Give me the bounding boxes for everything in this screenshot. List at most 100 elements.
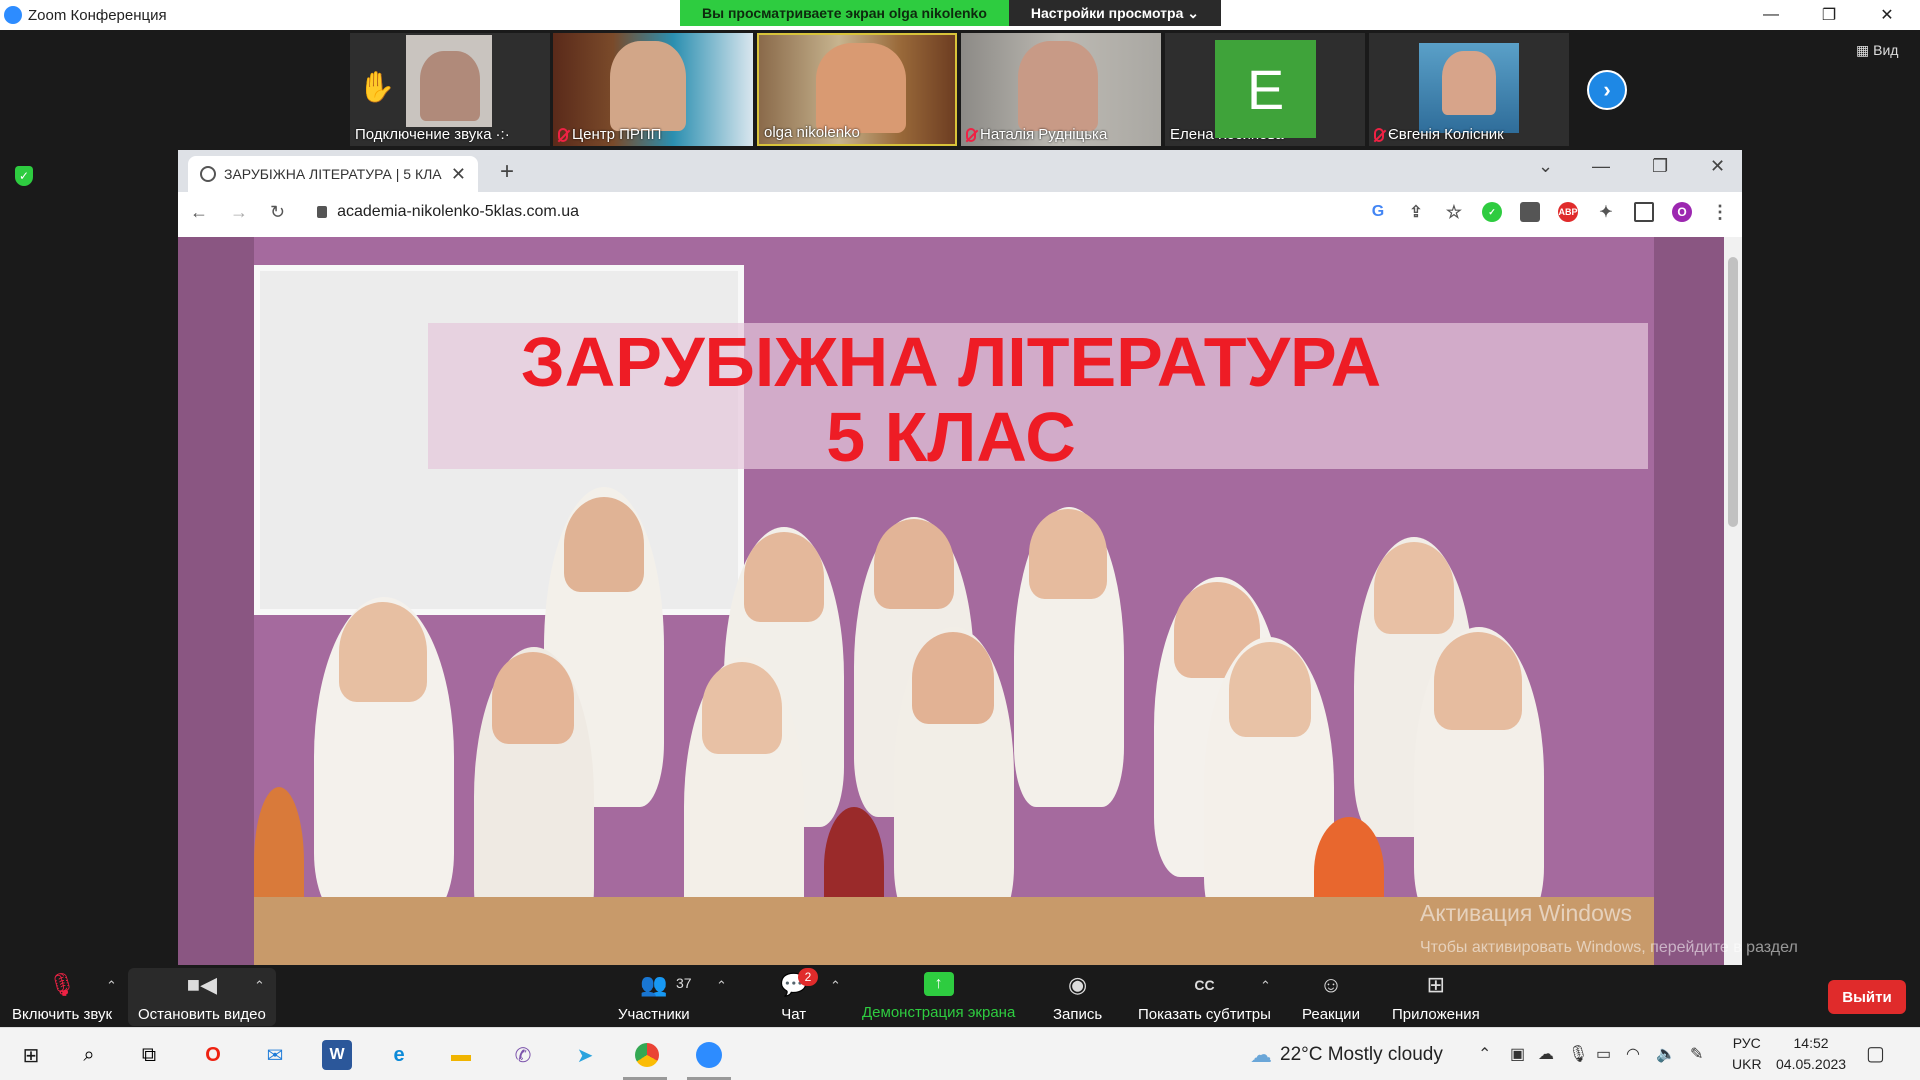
battery-icon[interactable]: ▭ (1596, 1044, 1611, 1064)
participant-tile-active[interactable]: olga nikolenko (757, 33, 957, 146)
view-button[interactable]: ▦ Вид (1856, 42, 1898, 59)
browser-close-button[interactable]: ✕ (1710, 156, 1725, 177)
zoom-titlebar: Zoom Конференция Вы просматриваете экран… (0, 0, 1920, 30)
screen-extension-icon[interactable] (1520, 202, 1540, 222)
apps-icon: ⊞ (1426, 972, 1446, 997)
audio-options-chevron-icon[interactable]: ⌃ (106, 978, 117, 994)
notifications-icon[interactable]: ▢ (1866, 1041, 1885, 1066)
chat-unread-badge: 2 (798, 968, 818, 986)
stop-video-button[interactable]: ■◀ Остановить видео (138, 972, 266, 1023)
adblock-icon[interactable]: ABP (1558, 202, 1578, 222)
record-button[interactable]: ◉ Запись (1053, 972, 1102, 1023)
video-options-chevron-icon[interactable]: ⌃ (254, 978, 265, 994)
apps-label: Приложения (1392, 1006, 1480, 1023)
clock[interactable]: 14:52 04.05.2023 (1776, 1033, 1846, 1075)
reactions-button[interactable]: ☺ Реакции (1302, 972, 1360, 1023)
close-button[interactable]: ✕ (1858, 0, 1916, 30)
next-page-button[interactable]: › (1587, 70, 1627, 110)
puzzle-icon[interactable]: ✦ (1596, 202, 1616, 222)
student-face (702, 662, 782, 754)
profile-avatar[interactable]: O (1672, 202, 1692, 222)
opera-icon[interactable]: O (198, 1040, 228, 1070)
check-extension-icon[interactable]: ✓ (1482, 202, 1502, 222)
word-icon[interactable]: W (322, 1040, 352, 1070)
mail-icon[interactable]: ✉ (260, 1040, 290, 1070)
chat-options-chevron-icon[interactable]: ⌃ (830, 978, 841, 994)
file-explorer-icon[interactable]: ▬ (446, 1040, 476, 1070)
forward-icon[interactable]: → (230, 202, 248, 223)
meet-icon[interactable]: ▣ (1510, 1044, 1525, 1064)
zoom-logo-icon (4, 6, 22, 24)
language-indicator[interactable]: РУС UKR (1732, 1033, 1762, 1075)
tab-search-chevron-icon[interactable]: ⌄ (1538, 156, 1553, 177)
captions-button[interactable]: CC Показать субтитры (1138, 972, 1271, 1023)
browser-restore-button[interactable]: ❐ (1652, 156, 1668, 177)
chrome-icon[interactable] (632, 1040, 662, 1070)
wifi-icon[interactable]: ◠ (1626, 1044, 1640, 1064)
student-face (874, 519, 954, 609)
new-tab-button[interactable]: + (500, 158, 514, 186)
address-bar: ← → ↻ academia-nikolenko-5klas.com.ua G … (178, 192, 1742, 232)
onedrive-icon[interactable]: ☁ (1538, 1044, 1554, 1064)
viber-icon[interactable]: ✆ (508, 1040, 538, 1070)
view-settings-button[interactable]: Настройки просмотра ⌄ (1008, 0, 1221, 26)
share-screen-button[interactable]: ↑ Демонстрация экрана (862, 972, 1015, 1021)
telegram-icon[interactable]: ➤ (570, 1040, 600, 1070)
captions-label: Показать субтитры (1138, 1006, 1271, 1023)
student-face (912, 632, 994, 724)
microphone-icon[interactable]: 🎙 (1568, 1044, 1588, 1064)
clock-time: 14:52 (1793, 1035, 1829, 1051)
browser-tab[interactable]: ЗАРУБІЖНА ЛІТЕРАТУРА | 5 КЛА ✕ (188, 156, 478, 192)
volume-icon[interactable]: 🔈 (1656, 1044, 1676, 1064)
zoom-taskbar-icon[interactable] (694, 1040, 724, 1070)
windows-start-icon[interactable]: ⊞ (16, 1040, 46, 1070)
unmute-button[interactable]: 🎙 Включить звук (12, 972, 112, 1023)
url-field[interactable]: academia-nikolenko-5klas.com.ua (317, 203, 579, 221)
record-icon: ◉ (1068, 972, 1088, 997)
student-face (339, 602, 427, 702)
captions-options-chevron-icon[interactable]: ⌃ (1260, 978, 1271, 994)
pen-icon[interactable]: ✎ (1690, 1044, 1703, 1064)
participant-name: Центр ПРПП (558, 126, 661, 143)
participants-count: 37 (676, 975, 692, 991)
search-icon[interactable]: ⌕ (74, 1040, 104, 1070)
security-shield-icon[interactable]: ✓ (15, 166, 33, 186)
participants-icon: 👥 (640, 972, 668, 997)
weather-text: 22°C Mostly cloudy (1280, 1044, 1443, 1065)
sidepanel-icon[interactable] (1634, 202, 1654, 222)
window-title: Zoom Конференция (28, 6, 167, 24)
tab-title: ЗАРУБІЖНА ЛІТЕРАТУРА | 5 КЛА (224, 166, 442, 182)
cloudy-weather-icon: ☁ (1250, 1042, 1272, 1067)
participant-tile[interactable]: Центр ПРПП (553, 33, 753, 146)
scrollbar-thumb[interactable] (1728, 257, 1738, 527)
participants-options-chevron-icon[interactable]: ⌃ (716, 978, 727, 994)
google-icon[interactable]: G (1368, 202, 1388, 222)
back-icon[interactable]: ← (190, 202, 208, 223)
page-scrollbar[interactable] (1724, 237, 1742, 965)
participant-tile[interactable]: Євгенія Колісник (1369, 33, 1569, 146)
student-face (1374, 542, 1454, 634)
weather-widget[interactable]: ☁ 22°C Mostly cloudy (1250, 1042, 1443, 1068)
menu-icon[interactable]: ⋮ (1710, 202, 1730, 222)
participant-tile[interactable]: Наталія Рудніцька (961, 33, 1161, 146)
sharing-notice: Вы просматриваете экран olga nikolenko (680, 0, 1009, 26)
edge-icon[interactable]: e (384, 1040, 414, 1070)
bookmark-star-icon[interactable]: ☆ (1444, 202, 1464, 222)
participant-name: Наталія Рудніцька (966, 126, 1107, 143)
tray-chevron-icon[interactable]: ⌃ (1478, 1044, 1491, 1064)
minimize-button[interactable]: — (1742, 0, 1800, 30)
restore-button[interactable]: ❐ (1800, 0, 1858, 30)
share-screen-icon: ↑ (923, 972, 954, 996)
share-icon[interactable]: ⇪ (1406, 202, 1426, 222)
participant-face (1442, 51, 1496, 115)
task-view-icon[interactable]: ⧉ (134, 1040, 164, 1070)
browser-minimize-button[interactable]: — (1592, 156, 1610, 177)
participant-name: olga nikolenko (764, 124, 860, 141)
mic-muted-icon (558, 127, 568, 142)
close-tab-icon[interactable]: ✕ (451, 164, 466, 185)
reload-icon[interactable]: ↻ (270, 202, 285, 223)
mic-muted-icon (966, 127, 976, 142)
stop-video-label: Остановить видео (138, 1006, 266, 1023)
leave-meeting-button[interactable]: Выйти (1828, 980, 1906, 1014)
apps-button[interactable]: ⊞ Приложения (1392, 972, 1480, 1023)
